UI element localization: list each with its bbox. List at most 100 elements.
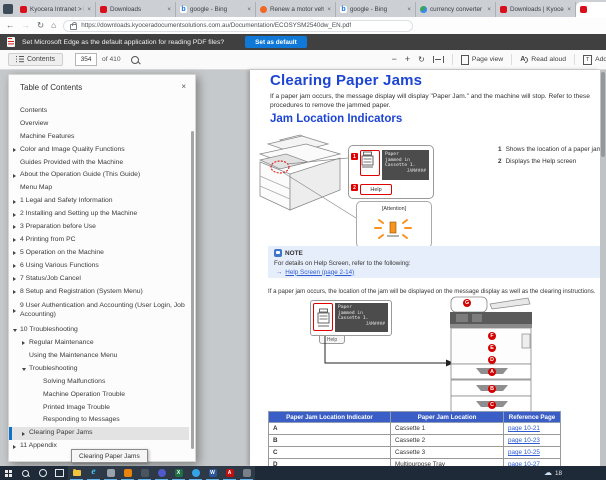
browser-tab[interactable]: Downloads | Kyocera×: [496, 2, 576, 17]
taskbar-edge[interactable]: [187, 466, 204, 480]
page-scrollbar[interactable]: [600, 70, 606, 466]
tab-close-icon[interactable]: ×: [247, 6, 251, 13]
expand-arrow-icon[interactable]: [22, 341, 29, 345]
taskbar-internet-explorer[interactable]: e: [85, 466, 102, 480]
toc-item[interactable]: 10 Troubleshooting: [9, 324, 189, 337]
expand-arrow-icon[interactable]: [13, 251, 20, 255]
expand-arrow-icon[interactable]: [13, 148, 20, 152]
toc-item[interactable]: 5 Operation on the Machine: [9, 247, 189, 260]
message-display-2: Paper jammed in Cassette 1. JAM#### Help: [310, 300, 392, 336]
taskbar-excel[interactable]: X: [170, 466, 187, 480]
browser-tab[interactable]: Downloads×: [96, 2, 176, 17]
toc-item[interactable]: 4 Printing from PC: [9, 234, 189, 247]
toc-item[interactable]: Using the Maintenance Menu: [9, 350, 189, 363]
browser-tab[interactable]: ×: [576, 2, 606, 17]
expand-arrow-icon[interactable]: [13, 309, 20, 313]
zoom-in-button[interactable]: +: [405, 55, 410, 64]
zoom-out-button[interactable]: −: [392, 55, 397, 64]
expand-arrow-icon[interactable]: [13, 329, 20, 332]
taskbar-file-explorer[interactable]: [68, 466, 85, 480]
browser-tab[interactable]: currency converter - C×: [416, 2, 496, 17]
taskbar-app-indigo[interactable]: [153, 466, 170, 480]
toc-item[interactable]: 3 Preparation before Use: [9, 221, 189, 234]
expand-arrow-icon[interactable]: [13, 200, 20, 204]
toc-item[interactable]: Guides Provided with the Machine: [9, 157, 189, 170]
contents-button[interactable]: Contents: [8, 53, 63, 66]
forward-icon[interactable]: →: [22, 21, 31, 30]
fit-to-width-icon[interactable]: [433, 56, 444, 63]
taskbar-app-gray[interactable]: [102, 466, 119, 480]
help-screen-link[interactable]: Help Screen (page 2-14): [285, 269, 354, 276]
add-text-button[interactable]: T Add text: [583, 55, 606, 65]
toc-item[interactable]: Solving Malfunctions: [9, 376, 189, 389]
back-icon[interactable]: ←: [6, 21, 15, 30]
rotate-icon[interactable]: ↻: [418, 56, 425, 64]
reference-page-link[interactable]: page 10-21: [508, 425, 540, 432]
page-view-button[interactable]: Page view: [461, 55, 503, 65]
toc-item[interactable]: 1 Legal and Safety Information: [9, 195, 189, 208]
expand-arrow-icon[interactable]: [13, 213, 20, 217]
page-number-input[interactable]: 354: [75, 53, 97, 66]
expand-arrow-icon[interactable]: [13, 264, 20, 268]
toc-item[interactable]: Machine Features: [9, 131, 189, 144]
home-icon[interactable]: ⌂: [51, 21, 56, 30]
window-menu-icon[interactable]: [3, 4, 13, 14]
taskbar-app-slate[interactable]: [136, 466, 153, 480]
toc-item[interactable]: 7 Status/Job Cancel: [9, 273, 189, 286]
tab-close-icon[interactable]: ×: [167, 6, 171, 13]
table-row: CCassette 3page 10-25: [269, 447, 561, 459]
taskbar-app-misc[interactable]: [238, 466, 255, 480]
taskbar-cortana[interactable]: [34, 466, 51, 480]
toc-item[interactable]: Regular Maintenance: [9, 337, 189, 350]
toc-item[interactable]: 2 Installing and Setting up the Machine: [9, 208, 189, 221]
expand-arrow-icon[interactable]: [13, 225, 20, 229]
read-aloud-button[interactable]: A Read aloud: [520, 56, 566, 63]
toc-item[interactable]: Contents: [9, 105, 189, 118]
taskbar-task-view[interactable]: [51, 466, 68, 480]
expand-arrow-icon[interactable]: [13, 238, 20, 242]
browser-tab[interactable]: Renew a motor vehicle×: [256, 2, 336, 17]
toc-scrollbar[interactable]: [191, 131, 194, 449]
refresh-icon[interactable]: ↻: [37, 21, 44, 30]
close-icon[interactable]: ×: [181, 82, 186, 91]
toc-item[interactable]: About the Operation Guide (This Guide): [9, 169, 189, 182]
toc-item[interactable]: Printed Image Trouble: [9, 402, 189, 415]
reference-page-link[interactable]: page 10-23: [508, 437, 540, 444]
toc-item[interactable]: 6 Using Various Functions: [9, 260, 189, 273]
expand-arrow-icon[interactable]: [13, 445, 20, 449]
url-field[interactable]: https://downloads.kyoceradocumentsolutio…: [63, 20, 413, 32]
taskbar-start[interactable]: [0, 466, 17, 480]
browser-tab[interactable]: bgoogle - Bing×: [176, 2, 256, 17]
taskbar-weather[interactable]: ☁ 18: [544, 466, 562, 480]
tab-close-icon[interactable]: ×: [567, 6, 571, 13]
search-icon[interactable]: [131, 56, 139, 64]
tab-close-icon[interactable]: ×: [327, 6, 331, 13]
taskbar-app-orange[interactable]: [119, 466, 136, 480]
expand-arrow-icon[interactable]: [13, 174, 20, 178]
toc-item[interactable]: 8 Setup and Registration (System Menu): [9, 285, 189, 298]
expand-arrow-icon[interactable]: [13, 277, 20, 281]
toc-item[interactable]: Menu Map: [9, 182, 189, 195]
toc-item[interactable]: Machine Operation Trouble: [9, 389, 189, 402]
expand-arrow-icon[interactable]: [13, 290, 20, 294]
toc-item[interactable]: Color and Image Quality Functions: [9, 144, 189, 157]
tab-close-icon[interactable]: ×: [87, 6, 91, 13]
taskbar-acrobat[interactable]: A: [221, 466, 238, 480]
toc-item[interactable]: Clearing Paper Jams: [9, 427, 189, 440]
expand-arrow-icon[interactable]: [22, 432, 29, 436]
page-scrollbar-thumb[interactable]: [601, 72, 605, 157]
toc-item[interactable]: 9 User Authentication and Accounting (Us…: [9, 298, 189, 324]
browser-tab[interactable]: bgoogle - Bing×: [336, 2, 416, 17]
expand-arrow-icon[interactable]: [22, 368, 29, 371]
notification-message: Set Microsoft Edge as the default applic…: [22, 39, 224, 46]
taskbar-word[interactable]: W: [204, 466, 221, 480]
toc-item[interactable]: Responding to Messages: [9, 414, 189, 427]
tab-close-icon[interactable]: ×: [407, 6, 411, 13]
tab-close-icon[interactable]: ×: [487, 6, 491, 13]
toc-item[interactable]: Troubleshooting: [9, 363, 189, 376]
reference-page-link[interactable]: page 10-25: [508, 449, 540, 456]
toc-item[interactable]: Overview: [9, 118, 189, 131]
set-as-default-button[interactable]: Set as default: [245, 36, 307, 48]
browser-tab[interactable]: Kyocera Intranet > Ky×: [16, 2, 96, 17]
taskbar-search[interactable]: [17, 466, 34, 480]
